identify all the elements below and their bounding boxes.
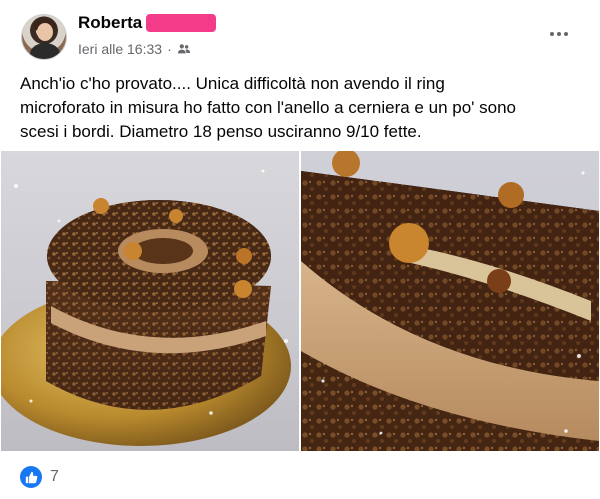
friends-icon[interactable] xyxy=(177,42,191,56)
photo-2[interactable] xyxy=(301,151,599,451)
reaction-count[interactable]: 7 xyxy=(50,468,59,486)
post-header: Roberta Ieri alle 16:33 · xyxy=(18,12,584,64)
avatar-face xyxy=(37,23,53,41)
more-dot xyxy=(564,32,568,36)
reactions-bar[interactable]: 7 xyxy=(20,462,59,492)
name-redaction xyxy=(146,14,217,32)
post-text-line: microforato in misura ho fatto con l'ane… xyxy=(20,98,516,117)
photo-grid xyxy=(0,151,600,451)
post-text-line: Anch'io c'ho provato.... Unica difficolt… xyxy=(20,74,445,93)
cake-photo-icon xyxy=(301,151,599,451)
thumbs-up-glyph xyxy=(25,471,37,483)
thumbs-up-icon[interactable] xyxy=(20,466,42,488)
meta-separator: · xyxy=(167,41,172,57)
author-row: Roberta xyxy=(78,12,217,34)
facebook-post: Roberta Ieri alle 16:33 · Anch'io c'ho p… xyxy=(0,0,600,499)
avatar-shoulders xyxy=(30,43,60,59)
post-text-line: scesi i bordi. Diametro 18 penso usciran… xyxy=(20,122,422,141)
post-text: Anch'io c'ho provato.... Unica difficolt… xyxy=(20,72,580,144)
more-dot xyxy=(557,32,561,36)
post-timestamp[interactable]: Ieri alle 16:33 xyxy=(78,41,162,57)
cake-photo-icon xyxy=(1,169,291,446)
author-name[interactable]: Roberta xyxy=(78,13,142,33)
avatar[interactable] xyxy=(21,14,67,60)
photo-1[interactable] xyxy=(1,151,299,451)
post-meta: Ieri alle 16:33 · xyxy=(78,40,191,58)
more-horizontal-icon xyxy=(550,32,554,36)
more-options-button[interactable] xyxy=(544,22,574,46)
